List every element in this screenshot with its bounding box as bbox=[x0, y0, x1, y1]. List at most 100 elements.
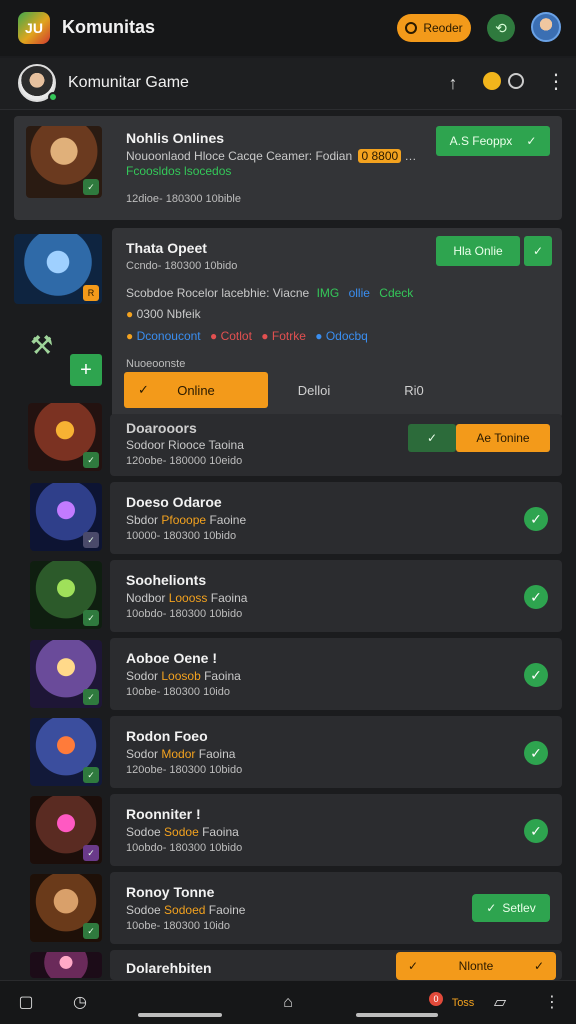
user-avatar[interactable] bbox=[531, 12, 561, 42]
sub-text: Sbdor bbox=[126, 513, 159, 527]
emoji-icon[interactable] bbox=[483, 72, 501, 90]
list-item-meta: 10obdo- 180300 10bido bbox=[126, 608, 243, 620]
description-tag: IMG bbox=[316, 286, 340, 300]
tag[interactable]: Fotrke bbox=[272, 329, 306, 343]
action-button-label: Setlev bbox=[502, 901, 536, 915]
game-thumbnail: ✓ bbox=[28, 403, 102, 471]
online-button[interactable]: Hla Onlie bbox=[436, 236, 520, 266]
points-badge: 0 8800 bbox=[358, 149, 402, 163]
sub-text: Riooce bbox=[168, 438, 206, 452]
sub-text: Sodor bbox=[126, 669, 159, 683]
sub-text: Faoina bbox=[198, 747, 236, 761]
tag[interactable]: Cotlot bbox=[221, 329, 252, 343]
sub-text: Faoine bbox=[209, 513, 247, 527]
share-arrow-icon[interactable]: ↑ bbox=[442, 72, 464, 94]
card-sub: Fcoosldos lsocedos bbox=[126, 164, 231, 178]
sub-text: Loosob bbox=[161, 669, 201, 683]
sub-text: Sodoed bbox=[164, 903, 206, 917]
sub-text: Faoina bbox=[202, 825, 239, 839]
app-logo[interactable]: JU bbox=[18, 12, 50, 44]
game-thumbnail: ✓ bbox=[30, 483, 102, 551]
more-options-icon[interactable]: ⋮ bbox=[542, 993, 562, 1013]
game-thumbnail bbox=[30, 952, 102, 978]
action-button[interactable]: ✓ Nlonte ✓ bbox=[396, 952, 556, 980]
tag[interactable]: Dconoucont bbox=[137, 329, 201, 343]
tab-label: Ri0 bbox=[404, 382, 424, 398]
tab-delay[interactable]: Delloi bbox=[274, 372, 354, 408]
list-item-title: Rodon Foeo bbox=[126, 728, 208, 744]
sub-text: Modor bbox=[161, 747, 196, 761]
confirm-button[interactable]: ✓ bbox=[408, 424, 456, 452]
description-tag: ollie bbox=[348, 286, 370, 300]
list-item[interactable]: Rodon Foeo Sodor Modor Faoina 120obe- 18… bbox=[110, 716, 562, 788]
sync-icon: ⟲ bbox=[495, 19, 507, 36]
tag-icon: ● bbox=[209, 329, 218, 343]
notifications-label[interactable]: Toss bbox=[446, 993, 480, 1013]
card-meta: 12dioe- 180300 10bible bbox=[126, 193, 241, 205]
featured-card[interactable]: ✓ Nohlis Onlines Nouoonlaod Hloce Cacqe … bbox=[14, 116, 562, 220]
list-item-sub: Sodor Modor Faoina bbox=[126, 747, 235, 761]
more-options-icon[interactable]: ⋮ bbox=[546, 71, 566, 93]
tab-ri0[interactable]: Ri0 bbox=[374, 372, 454, 408]
check-icon[interactable]: ✓ bbox=[524, 585, 548, 609]
list-item[interactable]: Dolarehbiten ✓ Nlonte ✓ bbox=[110, 950, 562, 980]
list-item[interactable]: Roonniter ! Sodoe Sodoe Faoina 10obdo- 1… bbox=[110, 794, 562, 866]
badge-icon: R bbox=[83, 285, 99, 301]
description-text: 0300 Nbfeik bbox=[136, 307, 201, 321]
badge-icon: ✓ bbox=[83, 610, 99, 626]
check-icon[interactable]: ✓ bbox=[524, 819, 548, 843]
reorder-label: Reoder bbox=[423, 21, 463, 35]
history-icon[interactable] bbox=[508, 73, 524, 89]
action-button[interactable]: Ae Tonine bbox=[456, 424, 550, 452]
sync-button[interactable]: ⟲ bbox=[487, 14, 515, 42]
home-icon[interactable]: ▢ bbox=[16, 993, 36, 1013]
game-thumbnail: ✓ bbox=[30, 874, 102, 942]
confirm-button[interactable]: ✓ bbox=[524, 236, 552, 266]
bottom-nav: ▢ ◷ ⌂ Toss ▱ ⋮ bbox=[0, 980, 576, 1024]
list-item-title: Soohelionts bbox=[126, 572, 207, 588]
badge-icon: ✓ bbox=[83, 532, 99, 548]
check-icon[interactable]: ✓ bbox=[524, 663, 548, 687]
chat-icon[interactable]: ▱ bbox=[490, 993, 510, 1013]
tag-icon: ● bbox=[261, 329, 269, 343]
card-title: Thata Opeet bbox=[126, 240, 207, 256]
badge-icon: ✓ bbox=[83, 923, 99, 939]
list-item[interactable]: Doarooors Sodoor Riooce Taoina 120obe- 1… bbox=[110, 414, 562, 476]
sub-text: Faoina bbox=[210, 591, 248, 605]
sub-text: Taoina bbox=[208, 438, 244, 452]
featured-action-button[interactable]: A.S Feoppx ✓ bbox=[436, 126, 550, 156]
list-item[interactable]: Ronoy Tonne Sodoe Sodoed Faoine 10obe- 1… bbox=[110, 872, 562, 944]
action-button[interactable]: ✓ Setlev bbox=[472, 894, 550, 922]
shop-icon[interactable]: ⌂ bbox=[278, 993, 298, 1013]
action-button-label: Nlonte bbox=[458, 959, 494, 973]
list-item[interactable]: Doeso Odaroe Sbdor Pfooope Faoine 10000-… bbox=[110, 482, 562, 554]
reorder-button[interactable]: Reoder bbox=[397, 14, 471, 42]
check-icon[interactable]: ✓ bbox=[524, 741, 548, 765]
list-item[interactable]: Aoboe Oene ! Sodor Loosob Faoina 10obe- … bbox=[110, 638, 562, 710]
check-icon: ✓ bbox=[408, 959, 419, 973]
list-item[interactable]: Soohelionts Nodbor Loooss Faoina 10obdo-… bbox=[110, 560, 562, 632]
check-icon: ✓ bbox=[426, 431, 438, 445]
check-icon: ✓ bbox=[533, 959, 544, 973]
add-button[interactable]: + bbox=[70, 354, 102, 386]
tab-online[interactable]: ✓ Online bbox=[124, 372, 268, 408]
description-text: Nouoonlaod Hloce Cacqe Ceamer: Fodian bbox=[126, 149, 353, 163]
tab-label: Delloi bbox=[297, 382, 331, 398]
description-text: Scobdoe Rocelor lacebhie: Viacne bbox=[126, 286, 310, 300]
description-tag: Cdeck bbox=[379, 286, 414, 300]
card-title: Nohlis Onlines bbox=[126, 130, 225, 146]
online-status-dot bbox=[48, 92, 58, 102]
badge-icon: ✓ bbox=[83, 179, 99, 195]
tag[interactable]: Odocbq bbox=[326, 329, 368, 343]
card-description: Nouoonlaod Hloce Cacqe Ceamer: Fodian 0 … bbox=[126, 149, 417, 163]
sub-text: Faoine bbox=[208, 903, 246, 917]
card-description-2: ● 0300 Nbfeik bbox=[126, 307, 201, 321]
list-item-title: Aoboe Oene ! bbox=[126, 650, 218, 666]
check-icon[interactable]: ✓ bbox=[524, 507, 548, 531]
app-title: Komunitas bbox=[62, 17, 156, 37]
clock-icon[interactable]: ◷ bbox=[70, 993, 90, 1013]
top-app-bar: JU Komunitas Reoder ⟲ bbox=[0, 0, 576, 56]
check-icon: ✓ bbox=[526, 134, 537, 148]
game-thumbnail: ✓ bbox=[26, 126, 102, 198]
list-item-title: Dolarehbiten bbox=[126, 960, 212, 976]
